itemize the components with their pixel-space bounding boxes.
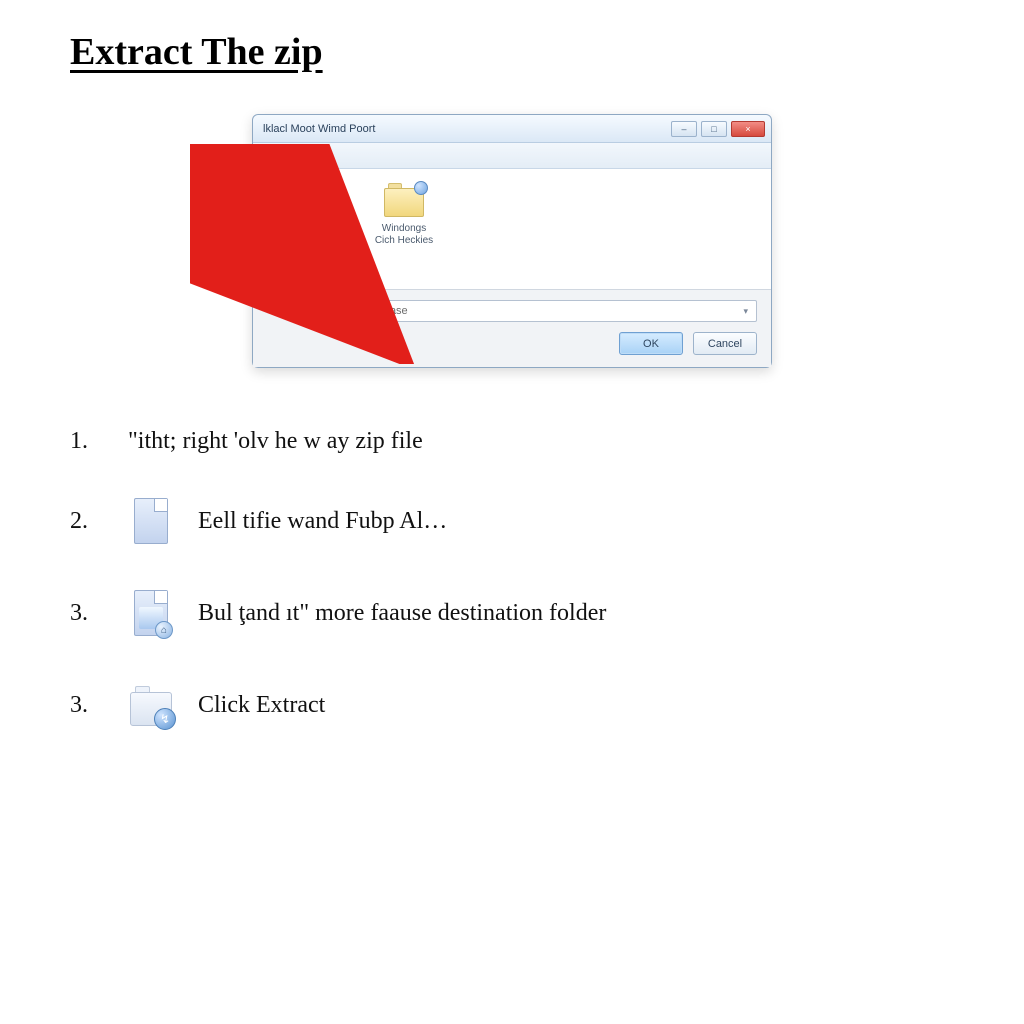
dialog-illustration: lklacl Moot Wimd Poort – □ × Cape Desfer…: [70, 114, 954, 368]
minimize-button[interactable]: –: [671, 121, 697, 137]
extract-dialog: lklacl Moot Wimd Poort – □ × Cape Desfer…: [252, 114, 772, 368]
step-number: 3.: [70, 692, 104, 719]
dialog-icon-label: Desferations Niine: [271, 225, 341, 249]
ok-button[interactable]: OK: [619, 332, 683, 355]
dialog-body: Desferations Niine Windongs Cich Heckies: [253, 169, 771, 289]
maximize-button[interactable]: □: [701, 121, 727, 137]
step-1: 1. "itht; right 'olv he w ay zip file: [70, 428, 954, 455]
step-text: Click Extract: [198, 692, 954, 719]
path-label: Coicce: [267, 305, 301, 317]
chevron-down-icon: ▾: [743, 306, 748, 317]
dialog-icon-windows[interactable]: Windongs Cich Heckies: [369, 183, 439, 281]
instruction-steps: 1. "itht; right 'olv he w ay zip file 2.…: [70, 428, 954, 731]
step-2: 2. Eell tifie wand Fubp Al…: [70, 495, 954, 547]
dialog-title-text: lklacl Moot Wimd Poort: [263, 123, 671, 135]
step-3: 3. ⌂ Bul ţand ıt" more faause destinatio…: [70, 587, 954, 639]
step-text: Bul ţand ıt" more faause destination fol…: [198, 600, 954, 627]
folder-extract-icon: ↯: [130, 684, 172, 726]
path-value-text: Fifles dib haliease: [320, 305, 408, 317]
dialog-icon-label: Windongs Cich Heckies: [369, 223, 439, 247]
dialog-titlebar: lklacl Moot Wimd Poort – □ ×: [253, 115, 771, 143]
extract-badge-icon: ↯: [154, 708, 176, 730]
dialog-icon-destinations[interactable]: Desferations Niine: [271, 183, 341, 281]
badge-icon: ⌂: [155, 621, 173, 639]
step-number: 3.: [70, 600, 104, 627]
step-number: 2.: [70, 508, 104, 535]
step-text: "itht; right 'olv he w ay zip file: [128, 428, 954, 455]
close-button[interactable]: ×: [731, 121, 765, 137]
cancel-button[interactable]: Cancel: [693, 332, 757, 355]
step-4: 3. ↯ Click Extract: [70, 679, 954, 731]
page-title: Extract The zip: [70, 30, 954, 74]
step-number: 1.: [70, 428, 104, 455]
destination-path-input[interactable]: Fifles dib haliease ▾: [311, 300, 757, 322]
file-page-icon: ⌂: [134, 590, 168, 636]
dialog-footer: Coicce Fifles dib haliease ▾ OK Cancel: [253, 289, 771, 367]
menubar-orb-icon: [263, 149, 277, 163]
file-page-icon: [134, 498, 168, 544]
step-text: Eell tifie wand Fubp Al…: [198, 508, 954, 535]
menubar-label: Cape: [285, 150, 311, 162]
dialog-menubar: Cape: [253, 143, 771, 169]
device-icon: [286, 183, 326, 219]
folder-icon: [384, 183, 424, 217]
